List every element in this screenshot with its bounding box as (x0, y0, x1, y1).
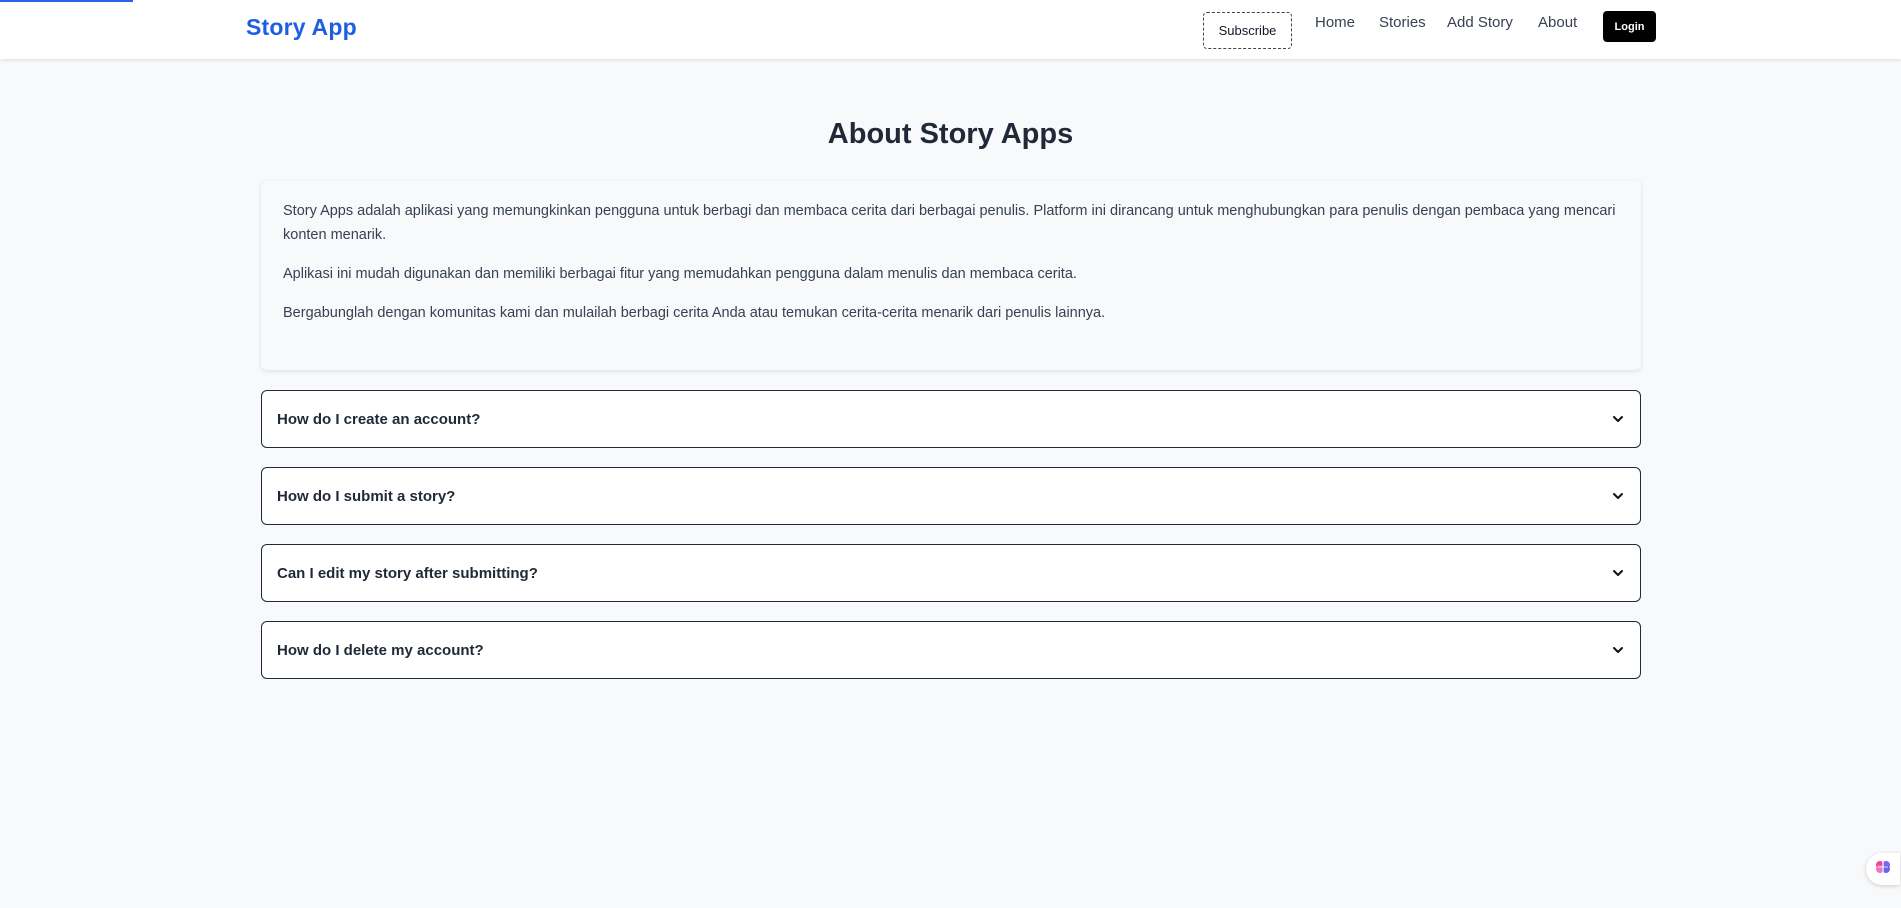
nav-home[interactable]: Home (1315, 14, 1355, 31)
faq-item-delete-account[interactable]: How do I delete my account? (261, 621, 1641, 679)
login-button[interactable]: Login (1603, 11, 1656, 42)
faq-question: Can I edit my story after submitting? (277, 564, 538, 582)
nav-add-story[interactable]: Add Story (1447, 14, 1513, 31)
brand-logo[interactable]: Story App (246, 14, 357, 41)
about-paragraph: Bergabunglah dengan komunitas kami dan m… (283, 305, 1106, 321)
subscribe-button[interactable]: Subscribe (1203, 12, 1292, 49)
chevron-down-icon (1611, 489, 1625, 503)
chevron-down-icon (1611, 643, 1625, 657)
top-navbar: Story App Subscribe Home Stories Add Sto… (0, 0, 1901, 59)
chevron-down-icon (1611, 566, 1625, 580)
chevron-down-icon (1611, 412, 1625, 426)
nav-stories[interactable]: Stories (1379, 14, 1426, 31)
about-paragraph: Story Apps adalah aplikasi yang memungki… (283, 203, 1616, 243)
nav-about[interactable]: About (1538, 14, 1577, 31)
page-title: About Story Apps (827, 118, 1074, 150)
faq-item-create-account[interactable]: How do I create an account? (261, 390, 1641, 448)
faq-question: How do I submit a story? (277, 487, 456, 505)
faq-item-edit-story[interactable]: Can I edit my story after submitting? (261, 544, 1641, 602)
brain-icon (1874, 858, 1892, 881)
faq-question: How do I create an account? (277, 410, 481, 428)
faq-item-submit-story[interactable]: How do I submit a story? (261, 467, 1641, 525)
about-paragraph: Aplikasi ini mudah digunakan dan memilik… (283, 266, 1077, 282)
assistant-button[interactable] (1866, 853, 1900, 885)
page-load-progress (0, 0, 133, 2)
about-card: Story Apps adalah aplikasi yang memungki… (261, 181, 1641, 370)
faq-question: How do I delete my account? (277, 641, 484, 659)
